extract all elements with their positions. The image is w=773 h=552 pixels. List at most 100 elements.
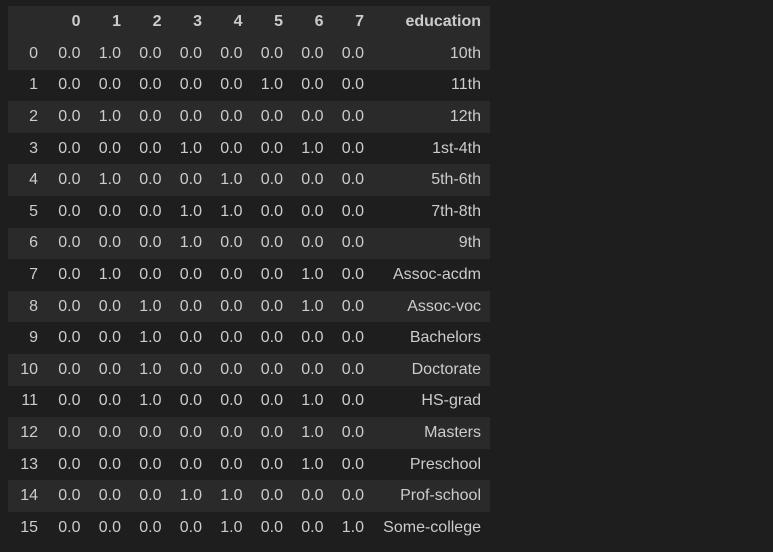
cell-col-2: 0.0: [139, 518, 162, 536]
cell-col-3: 1.0: [179, 234, 202, 252]
cell-col-2: 0.0: [139, 171, 162, 189]
cell-col-0: 0.0: [58, 44, 81, 62]
cell-col-3: 0.0: [179, 297, 202, 315]
cell-col-4: 0.0: [220, 265, 243, 283]
cell-col-3: 0.0: [179, 360, 202, 378]
cell-col-6: 0.0: [301, 487, 324, 505]
cell-col-7: 0.0: [341, 392, 364, 410]
cell-col-0: 0.0: [58, 234, 81, 252]
cell-col-5: 0.0: [260, 202, 283, 220]
cell-col-7: 0.0: [341, 329, 364, 347]
cell-col-1: 0.0: [98, 297, 121, 315]
column-header-2: 2: [152, 13, 162, 30]
cell-col-3: 0.0: [179, 265, 202, 283]
cell-col-4: 0.0: [220, 234, 243, 252]
cell-col-0: 0.0: [58, 202, 81, 220]
row-index: 9: [29, 329, 38, 347]
cell-col-6: 1.0: [301, 455, 324, 473]
cell-col-1: 0.0: [98, 487, 121, 505]
table-row: 15 0.0 0.0 0.0 0.0 1.0 0.0 0.0 1.0 Some-college: [8, 511, 490, 544]
table-row: 2 0.0 1.0 0.0 0.0 0.0 0.0 0.0 0.0 12th: [8, 101, 490, 133]
cell-col-2: 0.0: [139, 265, 162, 283]
cell-col-2: 1.0: [139, 392, 162, 410]
cell-education: 11th: [451, 76, 481, 94]
cell-education: Bachelors: [409, 329, 481, 347]
table-row: 0 0.0 1.0 0.0 0.0 0.0 0.0 0.0 0.0 10th: [8, 38, 490, 70]
table-row: 6 0.0 0.0 0.0 1.0 0.0 0.0 0.0 0.0 9th: [8, 227, 490, 260]
cell-col-2: 1.0: [139, 329, 162, 347]
cell-col-0: 0.0: [58, 360, 81, 378]
cell-col-4: 1.0: [220, 487, 243, 505]
cell-col-6: 0.0: [301, 76, 324, 94]
cell-education: Assoc-acdm: [392, 265, 481, 283]
cell-col-6: 0.0: [301, 171, 324, 189]
header-row: 0 1 2 3 4 5 6 7 education: [8, 6, 490, 38]
cell-col-0: 0.0: [58, 297, 81, 315]
cell-col-7: 0.0: [341, 202, 364, 220]
cell-col-5: 0.0: [260, 107, 283, 125]
row-index: 11: [21, 392, 38, 410]
column-header-3: 3: [193, 13, 202, 30]
index-header: [8, 6, 40, 38]
cell-col-1: 1.0: [98, 265, 121, 283]
cell-col-5: 0.0: [260, 329, 283, 347]
cell-col-5: 0.0: [260, 518, 283, 536]
table-row: 14 0.0 0.0 0.0 1.0 1.0 0.0 0.0 0.0 Prof-school: [8, 480, 490, 512]
row-index: 5: [29, 202, 38, 220]
cell-col-5: 1.0: [260, 76, 283, 94]
cell-col-1: 0.0: [98, 518, 121, 536]
row-index: 4: [29, 171, 38, 189]
table-row: 12 0.0 0.0 0.0 0.0 0.0 0.0 1.0 0.0 Masters: [8, 417, 490, 449]
cell-col-3: 0.0: [179, 44, 202, 62]
row-index: 13: [20, 455, 38, 473]
cell-col-7: 0.0: [341, 76, 364, 94]
cell-col-6: 0.0: [301, 107, 324, 125]
cell-col-0: 0.0: [58, 139, 81, 157]
cell-col-5: 0.0: [260, 487, 283, 505]
row-index: 2: [29, 107, 38, 125]
cell-col-2: 0.0: [139, 234, 162, 252]
cell-col-4: 0.0: [220, 76, 243, 94]
table-row: 7 0.0 1.0 0.0 0.0 0.0 0.0 1.0 0.0 Assoc-acdm: [8, 259, 490, 291]
row-index: 14: [20, 487, 38, 505]
cell-col-0: 0.0: [58, 423, 81, 441]
cell-col-0: 0.0: [58, 455, 81, 473]
cell-col-3: 0.0: [179, 455, 202, 473]
cell-col-5: 0.0: [260, 234, 283, 252]
cell-education: Prof-school: [400, 487, 481, 505]
cell-col-7: 0.0: [341, 297, 364, 315]
cell-col-2: 0.0: [139, 455, 162, 473]
cell-col-6: 0.0: [301, 360, 324, 378]
row-index: 15: [20, 518, 38, 536]
cell-col-7: 0.0: [341, 265, 364, 283]
column-header-education: education: [405, 13, 481, 30]
cell-education: Some-college: [383, 518, 481, 536]
cell-col-1: 0.0: [98, 234, 121, 252]
cell-col-2: 1.0: [139, 297, 162, 315]
cell-col-0: 0.0: [58, 329, 81, 347]
cell-col-1: 1.0: [98, 44, 121, 62]
table-row: 13 0.0 0.0 0.0 0.0 0.0 0.0 1.0 0.0 Preschool: [8, 448, 490, 481]
cell-col-1: 0.0: [98, 202, 121, 220]
cell-col-6: 1.0: [301, 297, 324, 315]
cell-education: 1st-4th: [432, 139, 481, 157]
cell-col-2: 0.0: [139, 423, 162, 441]
cell-col-2: 0.0: [139, 76, 162, 94]
cell-col-3: 1.0: [179, 139, 202, 157]
cell-col-5: 0.0: [260, 265, 283, 283]
cell-col-1: 0.0: [98, 392, 121, 410]
cell-col-0: 0.0: [58, 171, 81, 189]
row-index: 6: [29, 234, 38, 252]
cell-col-4: 0.0: [220, 423, 243, 441]
cell-col-4: 0.0: [220, 139, 243, 157]
cell-col-7: 0.0: [341, 423, 364, 441]
cell-col-6: 0.0: [301, 518, 324, 536]
cell-col-7: 0.0: [341, 139, 364, 157]
cell-col-4: 0.0: [220, 392, 243, 410]
cell-col-7: 0.0: [341, 487, 364, 505]
cell-col-4: 1.0: [220, 202, 243, 220]
cell-col-3: 0.0: [179, 392, 202, 410]
cell-col-0: 0.0: [58, 107, 81, 125]
table-row: 11 0.0 0.0 1.0 0.0 0.0 0.0 1.0 0.0 HS-grad: [8, 385, 490, 418]
cell-col-5: 0.0: [260, 297, 283, 315]
